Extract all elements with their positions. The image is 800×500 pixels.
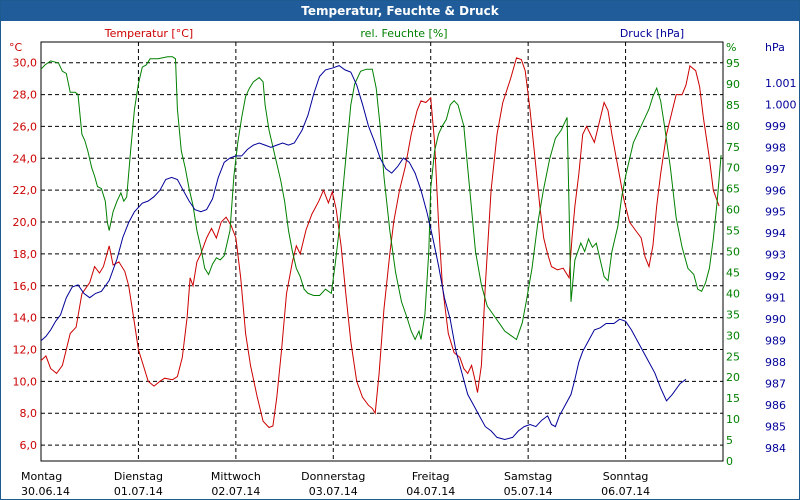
temp-tick-label: 22,0 xyxy=(13,184,38,197)
pressure-axis-unit: hPa xyxy=(765,41,785,54)
pressure-tick-label: 992 xyxy=(765,270,786,283)
temp-tick-label: 12,0 xyxy=(13,343,38,356)
temp-tick-label: 6,0 xyxy=(20,439,38,452)
series-line-press xyxy=(40,65,687,441)
temp-tick-label: 8,0 xyxy=(20,407,38,420)
humidity-tick-label: 85 xyxy=(726,99,740,112)
x-tick-date: 05.07.14 xyxy=(504,485,553,498)
temp-tick-label: 28,0 xyxy=(13,89,38,102)
pressure-tick-label: 993 xyxy=(765,249,786,262)
x-tick-date: 02.07.14 xyxy=(211,485,260,498)
grid xyxy=(40,42,723,461)
pressure-tick-label: 996 xyxy=(765,184,786,197)
pressure-tick-label: 1.001 xyxy=(765,77,797,90)
humidity-tick-label: 50 xyxy=(726,246,740,259)
pressure-tick-label: 999 xyxy=(765,120,786,133)
pressure-tick-label: 991 xyxy=(765,292,786,305)
temp-tick-label: 10,0 xyxy=(13,375,38,388)
pressure-tick-label: 1.000 xyxy=(765,98,797,111)
pressure-axis-label: Druck [hPa] xyxy=(620,27,684,40)
pressure-tick-label: 998 xyxy=(765,141,786,154)
humidity-tick-label: 40 xyxy=(726,287,740,300)
x-tick-day: Samstag xyxy=(504,470,552,483)
chart-window: Temperatur, Feuchte & Druck °C Temperatur… xyxy=(0,0,800,500)
x-tick-date: 03.07.14 xyxy=(309,485,358,498)
pressure-tick-label: 987 xyxy=(765,378,786,391)
x-tick-day: Donnerstag xyxy=(301,470,365,483)
humidity-tick-label: 30 xyxy=(726,329,740,342)
temp-tick-label: 14,0 xyxy=(13,312,38,325)
humidity-tick-label: 65 xyxy=(726,183,740,196)
humidity-tick-label: 70 xyxy=(726,162,740,175)
humidity-tick-label: 35 xyxy=(726,308,740,321)
pressure-tick-label: 984 xyxy=(765,442,786,455)
x-tick-date: 04.07.14 xyxy=(406,485,455,498)
temp-tick-label: 18,0 xyxy=(13,248,38,261)
x-tick-date: 30.06.14 xyxy=(21,485,70,498)
humidity-tick-label: 25 xyxy=(726,350,740,363)
pressure-tick-label: 989 xyxy=(765,335,786,348)
temp-axis-unit: °C xyxy=(9,41,23,54)
humidity-tick-label: 0 xyxy=(726,455,733,468)
humidity-tick-label: 95 xyxy=(726,57,740,70)
temp-axis-label: Temperatur [°C] xyxy=(104,27,193,40)
pressure-tick-label: 990 xyxy=(765,313,786,326)
humidity-tick-label: 10 xyxy=(726,413,740,426)
humidity-axis-label: rel. Feuchte [%] xyxy=(360,27,447,40)
temp-tick-label: 24,0 xyxy=(13,152,38,165)
pressure-tick-label: 997 xyxy=(765,163,786,176)
x-tick-day: Montag xyxy=(21,470,62,483)
series-line-temp xyxy=(40,57,720,429)
humidity-tick-label: 15 xyxy=(726,392,740,405)
x-tick-date: 01.07.14 xyxy=(114,485,163,498)
temp-tick-label: 26,0 xyxy=(13,120,38,133)
humidity-tick-label: 80 xyxy=(726,120,740,133)
pressure-tick-label: 994 xyxy=(765,227,786,240)
humidity-tick-label: 60 xyxy=(726,204,740,217)
x-tick-day: Sonntag xyxy=(603,470,649,483)
temp-tick-label: 30,0 xyxy=(13,57,38,70)
pressure-tick-label: 985 xyxy=(765,421,786,434)
temp-tick-label: 20,0 xyxy=(13,216,38,229)
humidity-tick-label: 90 xyxy=(726,78,740,91)
humidity-axis-unit: % xyxy=(726,41,736,54)
temp-tick-label: 16,0 xyxy=(13,280,38,293)
pressure-tick-label: 986 xyxy=(765,399,786,412)
series-line-hum xyxy=(40,56,722,341)
humidity-tick-label: 55 xyxy=(726,225,740,238)
x-tick-day: Dienstag xyxy=(114,470,163,483)
pressure-tick-label: 988 xyxy=(765,356,786,369)
pressure-tick-label: 995 xyxy=(765,206,786,219)
humidity-tick-label: 5 xyxy=(726,434,733,447)
x-tick-day: Mittwoch xyxy=(211,470,261,483)
humidity-tick-label: 20 xyxy=(726,371,740,384)
plot-area xyxy=(40,41,724,462)
humidity-tick-label: 45 xyxy=(726,266,740,279)
chart-svg: °C Temperatur [°C] rel. Feuchte [%] Druck [… xyxy=(9,27,797,498)
x-tick-day: Freitag xyxy=(412,470,450,483)
humidity-tick-label: 75 xyxy=(726,141,740,154)
x-tick-date: 06.07.14 xyxy=(601,485,650,498)
